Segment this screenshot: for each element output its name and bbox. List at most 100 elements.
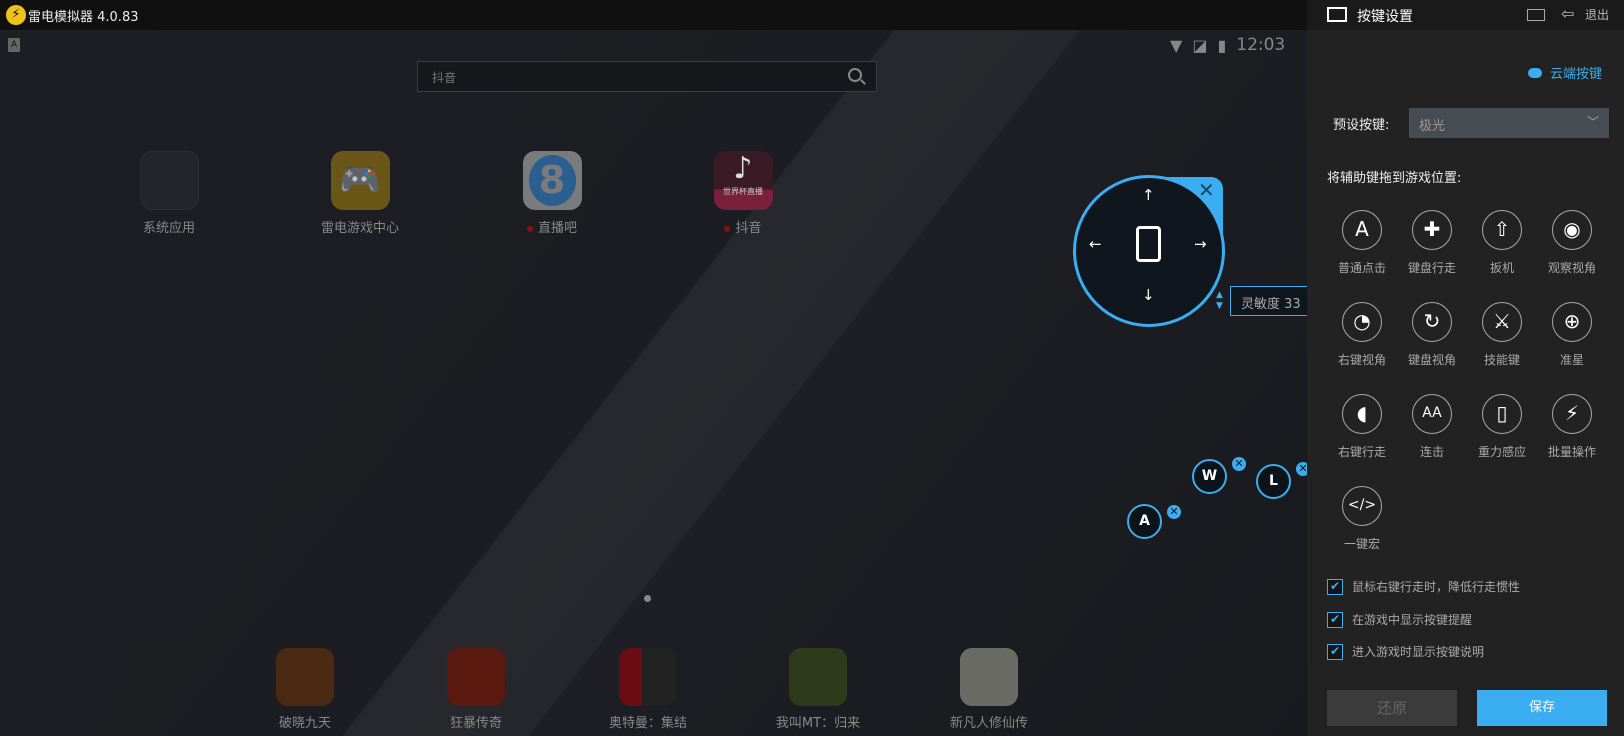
search-bar[interactable]: 抖音: [417, 61, 877, 92]
app-douyin[interactable]: ♪ 世界杯直播 抖音: [673, 151, 813, 236]
checkbox-checked-icon[interactable]: ✔: [1327, 643, 1343, 660]
folder-icon: [139, 151, 199, 210]
right-click-walk-icon: ◖: [1342, 394, 1382, 434]
cloud-icon: [1528, 67, 1542, 78]
chevron-down-icon: ﹀: [1586, 115, 1599, 129]
keyboard-icon: [1327, 7, 1347, 22]
panel-title: 按键设置: [1357, 9, 1413, 25]
app-label: 新凡人修仙传: [949, 716, 1028, 731]
tool-label: 扳机: [1489, 261, 1514, 275]
gamepad-icon: 🎮: [330, 151, 390, 210]
dock-app[interactable]: 我叫MT：归来: [748, 648, 888, 731]
option-label: 在游戏中显示按键提醒: [1352, 613, 1473, 627]
android-screen[interactable]: [0, 30, 1307, 736]
batch-icon: ⚡: [1552, 394, 1592, 434]
cloud-keys-link[interactable]: 云端按键: [1528, 63, 1602, 82]
remove-key-icon[interactable]: ✕: [1232, 457, 1246, 471]
tool-combo[interactable]: AA 连击: [1397, 394, 1467, 460]
zhiboba-icon: 8: [522, 151, 582, 210]
folder-icon[interactable]: [1527, 9, 1545, 21]
app-title: 雷电模拟器 4.0.83: [28, 10, 139, 25]
skill-icon: ⚔: [1482, 302, 1522, 342]
tool-label: 普通点击: [1337, 261, 1386, 275]
combo-icon: AA: [1412, 394, 1452, 434]
right-click-view-icon: ◔: [1342, 302, 1382, 342]
sensitivity-stepper[interactable]: ▲ ▼: [1216, 290, 1223, 312]
trigger-icon: ⇧: [1482, 210, 1522, 250]
tool-keyboard-view[interactable]: ↻ 键盘视角: [1397, 302, 1467, 368]
dock-app[interactable]: 狂暴传奇: [406, 648, 546, 731]
tool-macro[interactable]: </> 一键宏: [1327, 486, 1397, 552]
app-game-center[interactable]: 🎮 雷电游戏中心: [290, 151, 430, 236]
preset-value: 极光: [1419, 119, 1446, 134]
tool-label: 右键视角: [1337, 353, 1386, 367]
tool-label: 连击: [1419, 445, 1444, 459]
panel-header: [1307, 0, 1624, 30]
app-label: 系统应用: [142, 221, 195, 236]
tool-label: 键盘视角: [1407, 353, 1456, 367]
tool-skill[interactable]: ⚔ 技能键: [1467, 302, 1537, 368]
tool-label: 一键宏: [1343, 537, 1380, 551]
tool-dpad[interactable]: ✚ 键盘行走: [1397, 210, 1467, 276]
app-label: 抖音: [673, 217, 813, 236]
douyin-icon: ♪ 世界杯直播: [713, 151, 773, 210]
status-bar: ▼ ◪ ▮ 12:03: [1170, 34, 1285, 56]
option-show-key-hints[interactable]: ✔ 在游戏中显示按键提醒: [1327, 611, 1472, 628]
tool-observe-view[interactable]: ◉ 观察视角: [1537, 210, 1607, 276]
keyboard-view-icon: ↻: [1412, 302, 1452, 342]
sensitivity-field[interactable]: 灵敏度 33: [1230, 286, 1310, 316]
close-icon[interactable]: ✕: [1198, 178, 1215, 202]
save-button[interactable]: 保存: [1477, 690, 1607, 726]
app-label: 直播吧: [482, 217, 622, 236]
preset-select[interactable]: 极光 ﹀: [1409, 108, 1609, 138]
option-reduce-inertia[interactable]: ✔ 鼠标右键行走时，降低行走惯性: [1327, 578, 1520, 595]
checkbox-checked-icon[interactable]: ✔: [1327, 578, 1343, 595]
game-icon: [789, 648, 847, 706]
key-button-w[interactable]: W: [1192, 459, 1227, 494]
tool-tap[interactable]: A 普通点击: [1327, 210, 1397, 276]
app-label: 雷电游戏中心: [320, 221, 399, 236]
title-bar: [0, 0, 1307, 30]
preset-label: 预设按键:: [1333, 118, 1390, 133]
game-icon: [276, 648, 334, 706]
dock-app[interactable]: 新凡人修仙传: [919, 648, 1059, 731]
key-button-l[interactable]: L: [1256, 464, 1291, 499]
tool-trigger[interactable]: ⇧ 扳机: [1467, 210, 1537, 276]
cloud-keys-label: 云端按键: [1550, 67, 1603, 82]
key-button-a[interactable]: A: [1127, 504, 1162, 539]
restore-button[interactable]: 还原: [1327, 690, 1457, 726]
gravity-icon: ▯: [1482, 394, 1522, 434]
tool-gravity[interactable]: ▯ 重力感应: [1467, 394, 1537, 460]
exit-button[interactable]: 退出: [1585, 6, 1609, 23]
dpad-icon: ✚: [1412, 210, 1452, 250]
dock-app[interactable]: 破晓九天: [235, 648, 375, 731]
dock-app[interactable]: 奥特曼：集结: [578, 648, 718, 731]
tool-label: 右键行走: [1337, 445, 1386, 459]
tap-icon: A: [1342, 210, 1382, 250]
app-label: 我叫MT：归来: [775, 716, 861, 731]
app-system-apps[interactable]: 系统应用: [99, 151, 239, 236]
arrow-right-icon: →: [1194, 235, 1207, 253]
remove-key-icon[interactable]: ✕: [1167, 505, 1181, 519]
arrow-down-icon: ↓: [1142, 286, 1155, 304]
game-icon: [447, 648, 505, 706]
option-show-key-guide[interactable]: ✔ 进入游戏时显示按键说明: [1327, 643, 1484, 660]
tool-crosshair[interactable]: ⊕ 准星: [1537, 302, 1607, 368]
checkbox-checked-icon[interactable]: ✔: [1327, 611, 1343, 628]
game-icon: [619, 648, 677, 706]
search-input[interactable]: 抖音: [432, 69, 456, 86]
app-zhiboba[interactable]: 8 直播吧: [482, 151, 622, 236]
tool-label: 键盘行走: [1407, 261, 1456, 275]
app-label: 破晓九天: [278, 716, 331, 731]
wifi-icon: ▼: [1170, 35, 1183, 55]
tool-label: 批量操作: [1547, 445, 1596, 459]
search-icon[interactable]: [848, 68, 862, 82]
exit-icon[interactable]: ⇦: [1561, 4, 1574, 23]
app-label: 狂暴传奇: [449, 716, 502, 731]
observe-view-icon: ◉: [1552, 210, 1592, 250]
page-indicator: [644, 595, 651, 602]
tool-right-click-view[interactable]: ◔ 右键视角: [1327, 302, 1397, 368]
tool-right-click-walk[interactable]: ◖ 右键行走: [1327, 394, 1397, 460]
crosshair-icon: ⊕: [1552, 302, 1592, 342]
tool-batch[interactable]: ⚡ 批量操作: [1537, 394, 1607, 460]
